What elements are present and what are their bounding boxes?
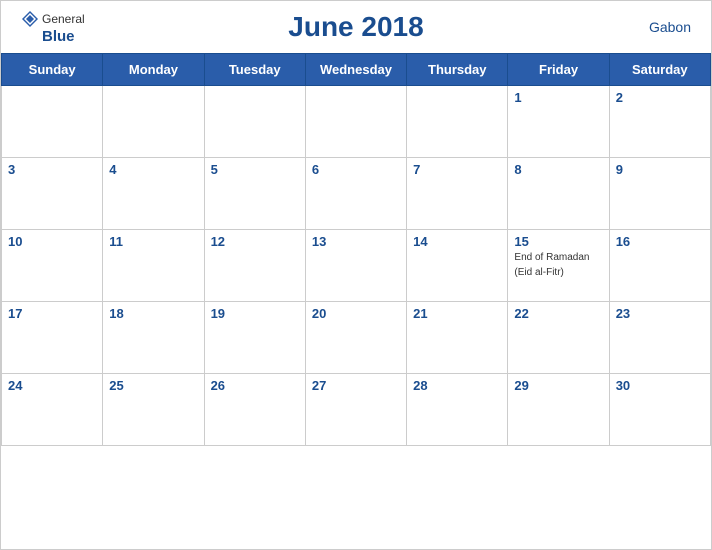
day-cell: 15 End of Ramadan (Eid al-Fitr) [508, 230, 609, 302]
day-cell: 14 [407, 230, 508, 302]
header-sunday: Sunday [2, 54, 103, 86]
calendar-body: 123456789101112131415End of Ramadan (Eid… [2, 86, 711, 446]
day-number: 28 [413, 378, 501, 393]
day-cell: 29 [508, 374, 609, 446]
day-number: 17 [8, 306, 96, 321]
day-cell: 3 [2, 158, 103, 230]
day-number: 11 [109, 234, 197, 249]
day-cell: 19 [204, 302, 305, 374]
week-row-4: 24 25 26 27 28 29 30 [2, 374, 711, 446]
country-label: Gabon [649, 19, 691, 35]
day-cell: 1 [508, 86, 609, 158]
day-number: 5 [211, 162, 299, 177]
day-cell [103, 86, 204, 158]
day-cell: 23 [609, 302, 710, 374]
day-number: 26 [211, 378, 299, 393]
header-wednesday: Wednesday [305, 54, 406, 86]
day-number: 24 [8, 378, 96, 393]
day-cell: 27 [305, 374, 406, 446]
day-number: 9 [616, 162, 704, 177]
day-cell: 18 [103, 302, 204, 374]
header-tuesday: Tuesday [204, 54, 305, 86]
day-cell [204, 86, 305, 158]
day-number: 27 [312, 378, 400, 393]
logo-icon [21, 10, 39, 28]
day-cell: 16 [609, 230, 710, 302]
day-cell: 20 [305, 302, 406, 374]
day-cell: 5 [204, 158, 305, 230]
day-cell: 7 [407, 158, 508, 230]
day-cell: 21 [407, 302, 508, 374]
day-cell: 24 [2, 374, 103, 446]
day-cell: 4 [103, 158, 204, 230]
event-text: End of Ramadan (Eid al-Fitr) [514, 252, 589, 278]
day-number: 18 [109, 306, 197, 321]
day-number: 22 [514, 306, 602, 321]
day-cell: 28 [407, 374, 508, 446]
day-number: 29 [514, 378, 602, 393]
header-monday: Monday [103, 54, 204, 86]
day-number: 16 [616, 234, 704, 249]
day-cell: 2 [609, 86, 710, 158]
week-row-3: 17 18 19 20 21 22 23 [2, 302, 711, 374]
day-cell: 17 [2, 302, 103, 374]
week-row-1: 3456789 [2, 158, 711, 230]
calendar-grid: Sunday Monday Tuesday Wednesday Thursday… [1, 53, 711, 446]
day-number: 1 [514, 90, 602, 105]
day-cell: 11 [103, 230, 204, 302]
day-number: 13 [312, 234, 400, 249]
header-saturday: Saturday [609, 54, 710, 86]
day-cell [407, 86, 508, 158]
week-row-0: 12 [2, 86, 711, 158]
day-number: 14 [413, 234, 501, 249]
day-number: 3 [8, 162, 96, 177]
day-number: 15 [514, 234, 602, 249]
logo-blue-text: Blue [42, 28, 75, 45]
day-cell: 9 [609, 158, 710, 230]
day-number: 6 [312, 162, 400, 177]
day-number: 20 [312, 306, 400, 321]
day-cell: 25 [103, 374, 204, 446]
day-cell [305, 86, 406, 158]
calendar-header: General Blue June 2018 Gabon [1, 1, 711, 53]
logo-general-text: General [42, 12, 85, 26]
calendar-wrapper: General Blue June 2018 Gabon Sunday Mond… [0, 0, 712, 550]
logo-general: General [21, 10, 85, 28]
day-cell: 22 [508, 302, 609, 374]
header-thursday: Thursday [407, 54, 508, 86]
day-number: 12 [211, 234, 299, 249]
day-cell: 30 [609, 374, 710, 446]
day-cell [2, 86, 103, 158]
day-number: 2 [616, 90, 704, 105]
day-number: 30 [616, 378, 704, 393]
day-number: 8 [514, 162, 602, 177]
day-number: 25 [109, 378, 197, 393]
day-number: 4 [109, 162, 197, 177]
weekday-header-row: Sunday Monday Tuesday Wednesday Thursday… [2, 54, 711, 86]
week-row-2: 10 11 12 13 14 15 End of Ramadan (Eid al-Fitr)… [2, 230, 711, 302]
day-cell: 10 [2, 230, 103, 302]
day-cell: 6 [305, 158, 406, 230]
day-number: 7 [413, 162, 501, 177]
logo-area: General Blue [21, 10, 85, 45]
day-number: 19 [211, 306, 299, 321]
day-number: 10 [8, 234, 96, 249]
day-number: 23 [616, 306, 704, 321]
day-cell: 12 [204, 230, 305, 302]
day-number: 21 [413, 306, 501, 321]
day-cell: 26 [204, 374, 305, 446]
day-cell: 13 [305, 230, 406, 302]
header-friday: Friday [508, 54, 609, 86]
calendar-title: June 2018 [288, 11, 423, 43]
day-cell: 8 [508, 158, 609, 230]
